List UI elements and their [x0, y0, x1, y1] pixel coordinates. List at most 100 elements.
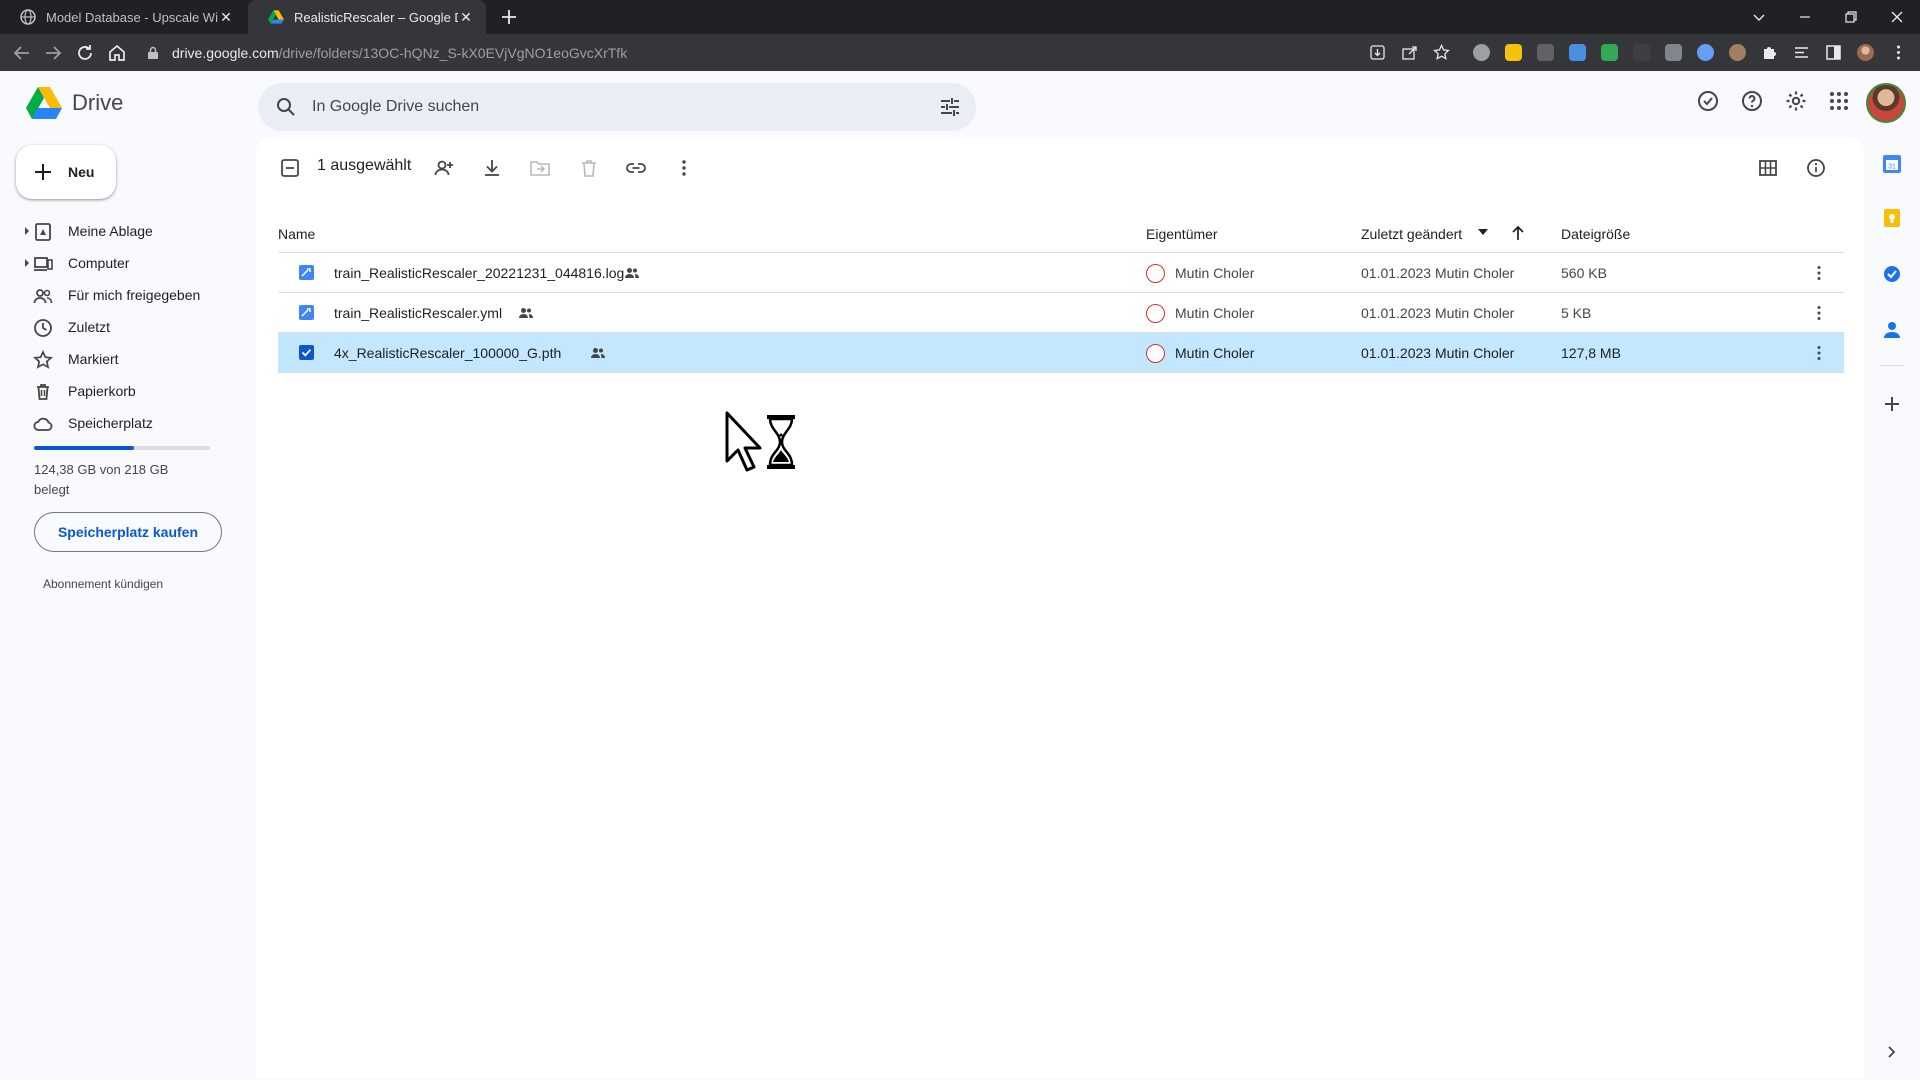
extension-round-icon[interactable] — [1697, 44, 1714, 61]
url-host: drive.google.com — [172, 44, 279, 61]
browser-tab-google-drive[interactable]: RealisticRescaler – Google Drive ✕ — [248, 0, 486, 34]
close-window-icon[interactable] — [1878, 0, 1916, 34]
column-header-name[interactable]: Name — [278, 226, 315, 242]
column-header-owner[interactable]: Eigentümer — [1146, 226, 1218, 242]
google-apps-grid-icon[interactable] — [1827, 89, 1851, 113]
row-more-actions-icon[interactable] — [1809, 343, 1829, 363]
share-person-add-icon[interactable] — [433, 157, 455, 179]
sidebar-item-recent[interactable]: Zuletzt — [0, 311, 240, 343]
buy-storage-button[interactable]: Speicherplatz kaufen — [34, 512, 222, 552]
file-owner: Mutin Choler — [1175, 305, 1255, 321]
expand-caret-icon[interactable] — [24, 227, 30, 235]
file-owner: Mutin Choler — [1175, 345, 1255, 361]
row-more-actions-icon[interactable] — [1809, 303, 1829, 323]
help-icon[interactable] — [1740, 89, 1764, 113]
tab-title: Model Database - Upscale Wiki — [46, 9, 218, 25]
search-bar — [258, 83, 976, 131]
extension-yellow-icon[interactable] — [1505, 44, 1522, 61]
calendar-icon[interactable]: 31 — [1881, 153, 1903, 175]
url-path: /drive/folders/13OC-hQNz_S-kX0EVjVgNO1eo… — [278, 44, 628, 61]
extension-brown-icon[interactable] — [1729, 44, 1746, 61]
details-info-icon[interactable] — [1805, 157, 1827, 179]
extension-gray-icon[interactable] — [1537, 44, 1554, 61]
close-tab-icon[interactable]: ✕ — [458, 9, 474, 25]
back-icon[interactable] — [11, 42, 33, 64]
search-options-icon[interactable] — [938, 95, 962, 119]
browser-tabstrip: Model Database - Upscale Wiki ✕ Realisti… — [0, 0, 1920, 34]
extensions-puzzle-icon[interactable] — [1761, 44, 1778, 61]
reading-list-icon[interactable] — [1793, 44, 1810, 61]
new-tab-icon[interactable] — [498, 6, 520, 28]
copy-link-icon[interactable] — [625, 157, 647, 179]
expand-caret-icon[interactable] — [24, 259, 30, 267]
sidebar-item-my-drive[interactable]: Meine Ablage — [0, 215, 240, 247]
side-panel-icon[interactable] — [1825, 44, 1842, 61]
file-list: Name Eigentümer Zuletzt geändert Dateigr… — [278, 213, 1844, 373]
extension-dark-icon[interactable] — [1633, 44, 1650, 61]
browser-menu-icon[interactable] — [1890, 44, 1907, 61]
reload-icon[interactable] — [74, 42, 96, 64]
browser-tab-upscale-wiki[interactable]: Model Database - Upscale Wiki ✕ — [0, 0, 246, 34]
adblock-extension-icon[interactable] — [1473, 44, 1490, 61]
sidebar-item-storage[interactable]: Speicherplatz — [0, 407, 240, 439]
file-size: 127,8 MB — [1561, 345, 1621, 361]
ready-for-offline-icon[interactable] — [1696, 89, 1720, 113]
sidebar-item-computer[interactable]: Computer — [0, 247, 240, 279]
extension-blue-icon[interactable] — [1569, 44, 1586, 61]
more-actions-icon[interactable] — [673, 157, 695, 179]
owner-avatar — [1146, 304, 1165, 323]
sidebar-item-shared-with-me[interactable]: Für mich freigegeben — [0, 279, 240, 311]
share-icon[interactable] — [1401, 44, 1418, 61]
camera-extension-icon[interactable] — [1665, 44, 1682, 61]
globe-icon — [20, 9, 36, 25]
file-row-selected[interactable]: 4x_RealisticRescaler_100000_G.pth Mutin … — [278, 333, 1844, 373]
profile-avatar-icon[interactable] — [1857, 44, 1874, 61]
sort-direction-arrow-icon[interactable] — [1510, 224, 1526, 242]
forward-icon[interactable] — [42, 42, 64, 64]
sidebar-item-trash[interactable]: Papierkorb — [0, 375, 240, 407]
get-addons-plus-icon[interactable] — [1881, 393, 1903, 415]
sidebar-nav: Meine Ablage Computer Für mich freigegeb… — [0, 215, 240, 439]
owner-avatar — [1146, 344, 1165, 363]
file-size: 5 KB — [1561, 305, 1592, 321]
tasks-icon[interactable] — [1881, 263, 1903, 285]
new-button[interactable]: Neu — [16, 145, 116, 199]
search-input[interactable] — [312, 83, 872, 131]
install-app-icon[interactable] — [1369, 44, 1386, 61]
search-icon[interactable] — [274, 95, 298, 119]
grid-view-icon[interactable] — [1757, 157, 1779, 179]
file-name: 4x_RealisticRescaler_100000_G.pth — [334, 345, 562, 361]
lock-icon[interactable] — [146, 46, 160, 60]
drive-logo[interactable]: Drive — [26, 87, 123, 119]
minimize-icon[interactable] — [1786, 0, 1824, 34]
contacts-icon[interactable] — [1881, 318, 1903, 340]
new-button-label: Neu — [68, 164, 95, 180]
column-header-modified[interactable]: Zuletzt geändert — [1361, 226, 1462, 242]
tab-search-icon[interactable] — [1740, 0, 1778, 34]
bookmark-star-icon[interactable] — [1433, 44, 1450, 61]
sort-dropdown-icon[interactable] — [1478, 229, 1488, 235]
cancel-subscription-link[interactable]: Abonnement kündigen — [43, 577, 163, 591]
checkbox-checked-icon[interactable] — [298, 344, 315, 361]
download-icon[interactable] — [481, 157, 503, 179]
home-icon[interactable] — [106, 42, 128, 64]
storage-usage-fill — [34, 446, 135, 450]
sidebar-item-starred[interactable]: Markiert — [0, 343, 240, 375]
settings-gear-icon[interactable] — [1784, 89, 1808, 113]
column-header-size[interactable]: Dateigröße — [1561, 226, 1630, 242]
address-bar[interactable]: drive.google.com/drive/folders/13OC-hQNz… — [146, 38, 1406, 67]
move-to-folder-icon[interactable] — [529, 157, 551, 179]
account-avatar[interactable] — [1866, 83, 1906, 123]
close-tab-icon[interactable]: ✕ — [218, 9, 234, 25]
keep-notes-icon[interactable] — [1881, 207, 1903, 229]
deselect-icon[interactable] — [279, 157, 301, 179]
expand-side-panel-chevron-icon[interactable] — [1881, 1041, 1903, 1063]
restore-icon[interactable] — [1832, 0, 1870, 34]
side-panel-divider — [1880, 365, 1904, 366]
file-row[interactable]: train_RealisticRescaler_20221231_044816.… — [278, 253, 1844, 293]
row-more-actions-icon[interactable] — [1809, 263, 1829, 283]
extension-download-icon[interactable] — [1601, 44, 1618, 61]
file-row[interactable]: train_RealisticRescaler.yml Mutin Choler… — [278, 293, 1844, 333]
sidebar-item-label: Meine Ablage — [68, 223, 153, 239]
delete-icon[interactable] — [578, 157, 600, 179]
